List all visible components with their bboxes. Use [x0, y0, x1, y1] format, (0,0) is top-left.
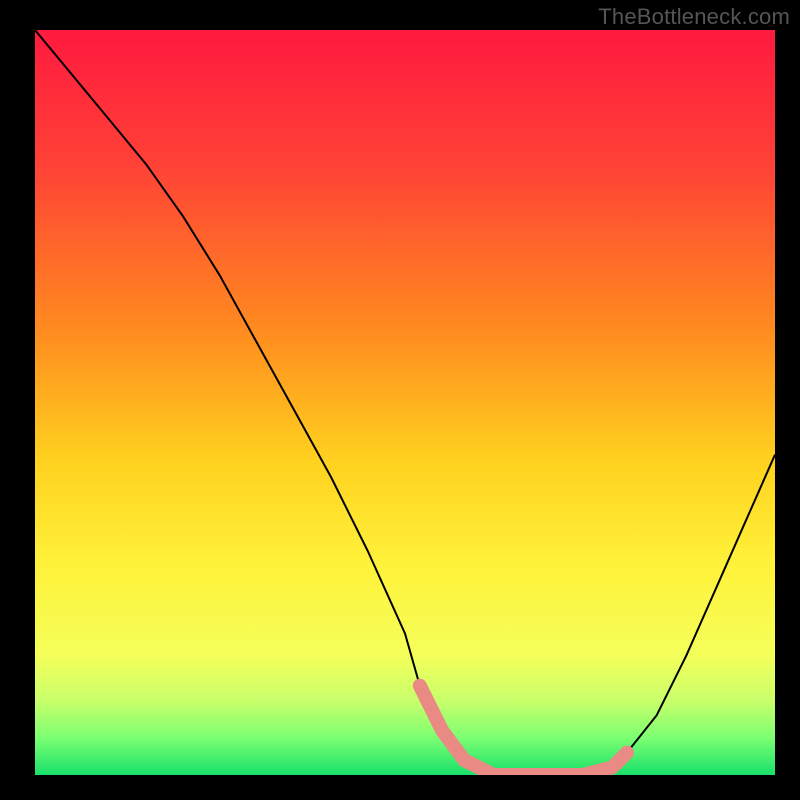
chart-frame: TheBottleneck.com	[0, 0, 800, 800]
watermark-text: TheBottleneck.com	[598, 4, 790, 30]
plot-background	[35, 30, 775, 775]
bottleneck-chart	[0, 0, 800, 800]
